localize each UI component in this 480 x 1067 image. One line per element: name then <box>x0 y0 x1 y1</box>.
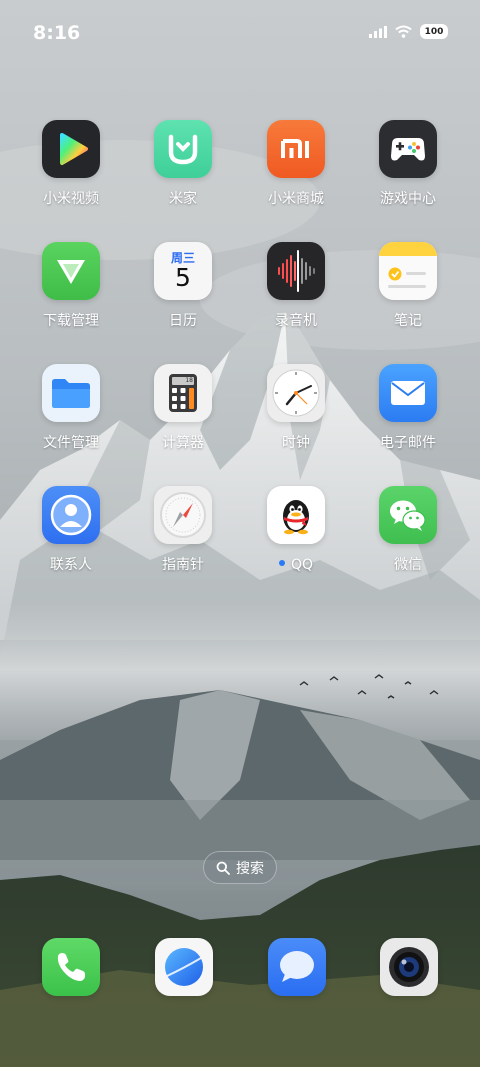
new-badge-icon <box>278 560 285 566</box>
app-compass[interactable]: 指南针 <box>127 486 239 573</box>
calendar-day: 5 <box>175 263 191 292</box>
app-email[interactable]: 电子邮件 <box>352 364 464 451</box>
app-label: 小米商城 <box>268 191 324 207</box>
qq-icon <box>267 486 325 544</box>
app-label: 文件管理 <box>43 435 99 451</box>
app-label: 时钟 <box>282 435 310 451</box>
app-calendar[interactable]: 周三 5 日历 <box>127 242 239 329</box>
app-label: 笔记 <box>394 313 422 329</box>
search-label: 搜索 <box>236 860 264 877</box>
app-mi-video[interactable]: 小米视频 <box>15 120 127 207</box>
app-label: 计算器 <box>162 435 204 451</box>
app-file-manager[interactable]: 文件管理 <box>15 364 127 451</box>
downloads-icon <box>42 242 100 300</box>
mi-video-icon <box>42 120 100 178</box>
calculator-display: 18 <box>185 377 193 384</box>
signal-icon <box>369 25 387 38</box>
game-center-icon <box>379 120 437 178</box>
search-icon <box>216 861 230 875</box>
messages-icon <box>268 938 326 996</box>
app-mijia[interactable]: 米家 <box>127 120 239 207</box>
dock-phone[interactable] <box>42 938 100 996</box>
mijia-icon <box>154 120 212 178</box>
status-bar: 8:16 100 <box>0 0 480 68</box>
file-manager-icon <box>42 364 100 422</box>
app-game-center[interactable]: 游戏中心 <box>352 120 464 207</box>
search-button[interactable]: 搜索 <box>203 851 277 884</box>
status-icons: 100 <box>369 24 448 39</box>
app-label: 电子邮件 <box>380 435 436 451</box>
app-label: 联系人 <box>50 557 92 573</box>
app-label: 下载管理 <box>43 313 99 329</box>
wifi-icon <box>395 25 412 38</box>
app-label: 微信 <box>394 557 422 573</box>
phone-icon <box>42 938 100 996</box>
dock-camera[interactable] <box>380 938 438 996</box>
app-label: 游戏中心 <box>380 191 436 207</box>
app-label: 日历 <box>169 313 197 329</box>
wechat-icon <box>379 486 437 544</box>
app-recorder[interactable]: 录音机 <box>240 242 352 329</box>
app-mi-store[interactable]: 小米商城 <box>240 120 352 207</box>
notes-icon <box>379 242 437 300</box>
browser-icon <box>155 938 213 996</box>
calculator-icon: 18 <box>154 364 212 422</box>
dock-messages[interactable] <box>268 938 326 996</box>
app-qq[interactable]: QQ <box>240 486 352 573</box>
recorder-icon <box>267 242 325 300</box>
dock-browser[interactable] <box>155 938 213 996</box>
app-label: 米家 <box>169 191 197 207</box>
compass-icon <box>154 486 212 544</box>
app-label: 录音机 <box>275 313 317 329</box>
email-icon <box>379 364 437 422</box>
camera-icon <box>380 938 438 996</box>
mi-store-icon <box>267 120 325 178</box>
clock-icon <box>267 364 325 422</box>
app-wechat[interactable]: 微信 <box>352 486 464 573</box>
app-label: QQ <box>240 557 352 573</box>
status-time: 8:16 <box>33 22 81 44</box>
app-label: 指南针 <box>162 557 204 573</box>
app-calculator[interactable]: 18 计算器 <box>127 364 239 451</box>
app-contacts[interactable]: 联系人 <box>15 486 127 573</box>
contacts-icon <box>42 486 100 544</box>
app-clock[interactable]: 时钟 <box>240 364 352 451</box>
calendar-icon: 周三 5 <box>154 242 212 300</box>
battery-icon: 100 <box>420 24 448 39</box>
app-notes[interactable]: 笔记 <box>352 242 464 329</box>
app-downloads[interactable]: 下载管理 <box>15 242 127 329</box>
app-label: 小米视频 <box>43 191 99 207</box>
